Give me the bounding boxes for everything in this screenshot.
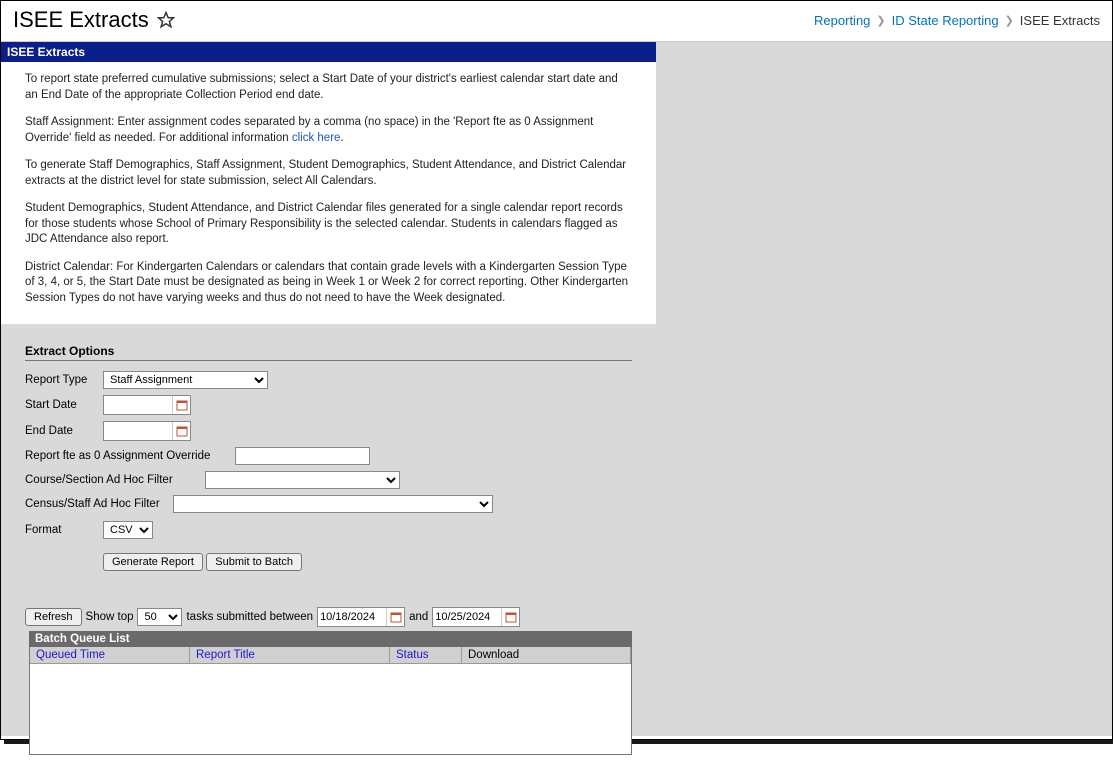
end-date-label: End Date	[25, 425, 103, 437]
star-icon[interactable]	[157, 11, 175, 29]
page-title: ISEE Extracts	[13, 7, 149, 33]
calendar-icon[interactable]	[172, 422, 190, 440]
intro-paragraph-1: To report state preferred cumulative sub…	[25, 72, 632, 103]
show-top-label: Show top	[86, 611, 134, 623]
intro-paragraph-4: Student Demographics, Student Attendance…	[25, 201, 632, 248]
start-date-label: Start Date	[25, 399, 103, 411]
submit-to-batch-button[interactable]: Submit to Batch	[206, 553, 302, 571]
intro-paragraph-5: District Calendar: For Kindergarten Cale…	[25, 260, 632, 307]
calendar-icon[interactable]	[386, 608, 404, 626]
census-filter-select[interactable]	[173, 495, 493, 513]
refresh-button[interactable]: Refresh	[25, 608, 82, 626]
report-type-select[interactable]: Staff Assignment	[103, 371, 268, 389]
click-here-link[interactable]: click here	[292, 132, 341, 144]
format-label: Format	[25, 524, 103, 536]
breadcrumb: Reporting ❯ ID State Reporting ❯ ISEE Ex…	[814, 13, 1100, 28]
panel-title: ISEE Extracts	[1, 42, 656, 62]
col-queued-time[interactable]: Queued Time	[30, 647, 190, 663]
col-report-title[interactable]: Report Title	[190, 647, 390, 663]
generate-report-button[interactable]: Generate Report	[103, 553, 203, 571]
override-label: Report fte as 0 Assignment Override	[25, 450, 235, 462]
report-type-label: Report Type	[25, 374, 103, 386]
breadcrumb-current: ISEE Extracts	[1020, 13, 1100, 28]
census-filter-label: Census/Staff Ad Hoc Filter	[25, 498, 173, 510]
and-label: and	[409, 611, 428, 623]
col-status[interactable]: Status	[390, 647, 462, 663]
override-input[interactable]	[235, 447, 370, 465]
batch-queue-body	[30, 664, 631, 754]
start-date-input[interactable]	[104, 397, 172, 413]
breadcrumb-id-state-reporting[interactable]: ID State Reporting	[892, 13, 999, 28]
col-download: Download	[462, 647, 631, 663]
calendar-icon[interactable]	[172, 396, 190, 414]
calendar-icon[interactable]	[501, 608, 519, 626]
chevron-right-icon: ❯	[1005, 14, 1014, 27]
course-filter-select[interactable]	[205, 471, 400, 489]
batch-queue-title: Batch Queue List	[29, 631, 632, 647]
extract-options-title: Extract Options	[25, 344, 632, 361]
show-top-select[interactable]: 50	[137, 608, 182, 626]
end-date-input[interactable]	[104, 423, 172, 439]
breadcrumb-reporting[interactable]: Reporting	[814, 13, 870, 28]
date-to-input[interactable]	[433, 609, 501, 625]
intro-paragraph-3: To generate Staff Demographics, Staff As…	[25, 158, 632, 189]
chevron-right-icon: ❯	[876, 14, 885, 27]
format-select[interactable]: CSV	[103, 521, 153, 539]
intro-paragraph-2: Staff Assignment: Enter assignment codes…	[25, 115, 632, 146]
date-from-input[interactable]	[318, 609, 386, 625]
course-filter-label: Course/Section Ad Hoc Filter	[25, 474, 205, 486]
tasks-between-label: tasks submitted between	[186, 611, 313, 623]
